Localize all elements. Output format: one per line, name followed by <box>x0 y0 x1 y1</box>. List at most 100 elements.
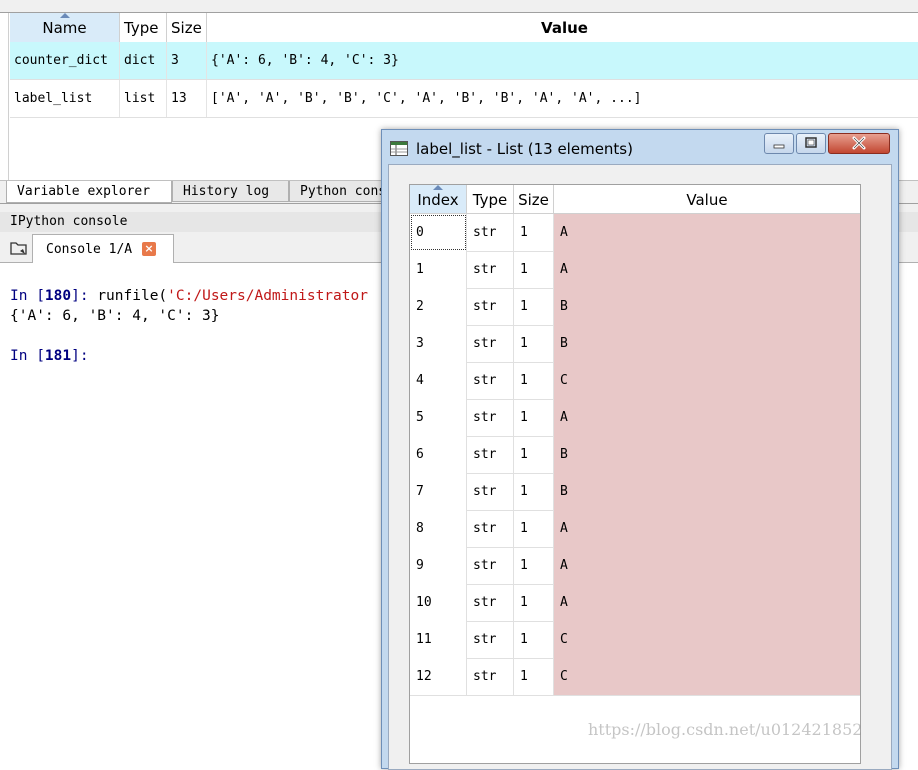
row-type: str <box>467 473 514 510</box>
table-row[interactable]: 1 str 1 A <box>410 251 860 289</box>
row-value[interactable]: A <box>554 399 860 436</box>
table-row[interactable]: 9 str 1 A <box>410 547 860 585</box>
maximize-icon <box>805 137 817 148</box>
row-type: str <box>467 584 514 621</box>
row-type: str <box>467 436 514 473</box>
table-row[interactable]: 11 str 1 C <box>410 621 860 659</box>
table-row[interactable]: label_list list 13 ['A', 'A', 'B', 'B', … <box>10 80 918 118</box>
row-index: 6 <box>410 436 467 473</box>
column-header-label: Index <box>417 191 459 209</box>
row-type: str <box>467 214 514 251</box>
prompt-number: 181 <box>44 348 72 364</box>
minimize-button[interactable] <box>764 133 794 154</box>
variable-size: 3 <box>167 42 207 79</box>
prompt: In [ <box>10 288 45 304</box>
column-header-type[interactable]: Type <box>120 13 167 42</box>
variable-value: ['A', 'A', 'B', 'B', 'C', 'A', 'B', 'B',… <box>211 91 642 106</box>
row-size: 1 <box>514 251 554 288</box>
row-type: str <box>467 251 514 288</box>
row-index: 8 <box>410 510 467 547</box>
row-value[interactable]: B <box>554 473 860 510</box>
row-size: 1 <box>514 399 554 436</box>
row-value[interactable]: B <box>554 436 860 473</box>
row-value[interactable]: B <box>554 325 860 362</box>
row-index: 12 <box>410 658 467 695</box>
column-header-value[interactable]: Value <box>554 185 860 213</box>
table-row[interactable]: 12 str 1 C <box>410 658 860 696</box>
row-index: 11 <box>410 621 467 658</box>
prompt: In [ <box>10 348 45 364</box>
prompt-number: 180 <box>44 288 72 304</box>
console-input-line: In [180]: runfile('C:/Users/Administrato… <box>10 288 368 304</box>
table-row[interactable]: 4 str 1 C <box>410 362 860 400</box>
variable-type: list <box>120 80 167 117</box>
tab-history-log[interactable]: History log <box>172 181 289 202</box>
row-value[interactable]: C <box>554 621 860 658</box>
row-size: 1 <box>514 510 554 547</box>
column-header-size[interactable]: Size <box>167 13 207 42</box>
row-type: str <box>467 325 514 362</box>
row-size: 1 <box>514 473 554 510</box>
row-size: 1 <box>514 547 554 584</box>
list-table: Index Type Size Value 0 str 1 A 1 str 1 A 2 str 1 B… <box>409 184 861 764</box>
row-size: 1 <box>514 658 554 695</box>
column-header-name[interactable]: Name <box>10 13 120 42</box>
minimize-icon <box>773 144 785 149</box>
column-header-size[interactable]: Size <box>514 185 554 213</box>
variable-name: counter_dict <box>10 42 120 79</box>
row-index: 2 <box>410 288 467 325</box>
tab-label: Console 1/A <box>46 242 133 257</box>
table-row[interactable]: 6 str 1 B <box>410 436 860 474</box>
list-editor-dialog: label_list - List (13 elements) Index Ty… <box>381 129 899 770</box>
row-size: 1 <box>514 214 554 251</box>
row-type: str <box>467 658 514 695</box>
table-row[interactable]: 10 str 1 A <box>410 584 860 622</box>
row-index: 9 <box>410 547 467 584</box>
dialog-titlebar[interactable]: label_list - List (13 elements) <box>382 130 898 164</box>
table-header: Index Type Size Value <box>410 185 860 214</box>
close-button[interactable] <box>828 133 890 154</box>
table-row[interactable]: counter_dict dict 3 {'A': 6, 'B': 4, 'C'… <box>10 42 918 80</box>
close-icon <box>852 136 866 150</box>
row-type: str <box>467 547 514 584</box>
row-index: 1 <box>410 251 467 288</box>
row-index: 3 <box>410 325 467 362</box>
row-value[interactable]: A <box>554 510 860 547</box>
tab-variable-explorer[interactable]: Variable explorer <box>6 181 172 203</box>
row-index: 4 <box>410 362 467 399</box>
variable-explorer-top-strip <box>0 0 918 13</box>
table-row[interactable]: 2 str 1 B <box>410 288 860 326</box>
column-header-type[interactable]: Type <box>467 185 514 213</box>
console-output-line: {'A': 6, 'B': 4, 'C': 3} <box>10 308 220 324</box>
tab-console-1a[interactable]: Console 1/A × <box>32 234 174 263</box>
column-header-index[interactable]: Index <box>410 185 467 213</box>
row-type: str <box>467 510 514 547</box>
browse-tabs-icon[interactable] <box>10 240 28 256</box>
table-row[interactable]: 5 str 1 A <box>410 399 860 437</box>
table-row[interactable]: 0 str 1 A <box>410 214 860 252</box>
sort-arrow-icon <box>433 185 443 190</box>
row-value[interactable]: C <box>554 362 860 399</box>
row-type: str <box>467 288 514 325</box>
dialog-title: label_list - List (13 elements) <box>416 140 633 158</box>
table-row[interactable]: 3 str 1 B <box>410 325 860 363</box>
variable-name: label_list <box>10 80 120 117</box>
row-value[interactable]: A <box>554 547 860 584</box>
row-value[interactable]: B <box>554 288 860 325</box>
table-row[interactable]: 8 str 1 A <box>410 510 860 548</box>
divider <box>8 13 9 181</box>
row-index: 5 <box>410 399 467 436</box>
row-value[interactable]: A <box>554 251 860 288</box>
row-value[interactable]: C <box>554 658 860 695</box>
variable-type: dict <box>120 42 167 79</box>
table-row[interactable]: 7 str 1 B <box>410 473 860 511</box>
prompt: ]: <box>71 288 98 304</box>
row-value[interactable]: A <box>554 584 860 621</box>
row-value[interactable]: A <box>554 214 860 251</box>
row-size: 1 <box>514 621 554 658</box>
maximize-button[interactable] <box>796 133 826 154</box>
variable-explorer-table: Name Type Size Value counter_dict dict 3… <box>10 13 918 118</box>
close-icon[interactable]: × <box>142 242 156 256</box>
column-header-value[interactable]: Value <box>207 13 918 42</box>
row-size: 1 <box>514 325 554 362</box>
